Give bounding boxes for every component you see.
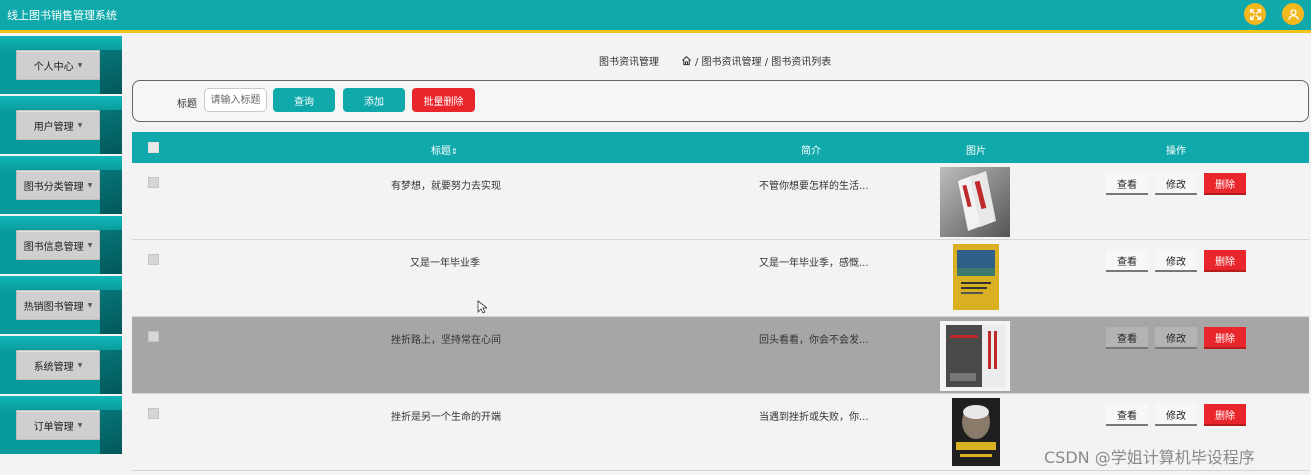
row-checkbox[interactable] xyxy=(148,254,159,265)
sidebar-item-button[interactable]: 热销图书管理 ▼ xyxy=(16,290,100,320)
chevron-down-icon: ▼ xyxy=(77,121,83,129)
table-row[interactable]: 又是一年毕业季 又是一年毕业季，感慨... 查看 修改 删除 xyxy=(132,240,1309,317)
column-header-actions: 操作 xyxy=(1166,146,1186,157)
data-table: 标题⇕ 简介 图片 操作 有梦想，就要努力去实现 不管你想要怎样的生活... 查… xyxy=(132,132,1309,471)
chevron-down-icon: ▼ xyxy=(77,361,83,369)
user-icon xyxy=(1287,8,1299,20)
cell-summary: 不管你想要怎样的生活... xyxy=(759,181,869,192)
edit-button[interactable]: 修改 xyxy=(1155,404,1197,426)
app-title: 线上图书销售管理系统 xyxy=(7,9,117,22)
main-content: 图书资讯管理 / 图书资讯管理 / 图书资讯列表 标题 查询 添加 批量删除 标… xyxy=(131,36,1311,475)
delete-button[interactable]: 删除 xyxy=(1204,404,1246,426)
book-cover-image xyxy=(940,321,1010,391)
query-button[interactable]: 查询 xyxy=(273,88,335,112)
cell-summary: 又是一年毕业季，感慨... xyxy=(759,258,869,269)
search-input[interactable] xyxy=(204,88,267,112)
sort-icon[interactable]: ⇕ xyxy=(451,147,458,156)
delete-button[interactable]: 删除 xyxy=(1204,250,1246,272)
table-header: 标题⇕ 简介 图片 操作 xyxy=(132,132,1309,163)
row-checkbox[interactable] xyxy=(148,331,159,342)
row-checkbox[interactable] xyxy=(148,408,159,419)
breadcrumb: 图书资讯管理 / 图书资讯管理 / 图书资讯列表 xyxy=(599,53,831,68)
delete-button[interactable]: 删除 xyxy=(1204,327,1246,349)
sidebar-item-bestseller[interactable]: 热销图书管理 ▼ xyxy=(0,276,122,334)
search-label: 标题 xyxy=(177,99,197,110)
column-header-image: 图片 xyxy=(966,146,986,157)
sidebar-item-button[interactable]: 系统管理 ▼ xyxy=(16,350,100,380)
sidebar-item-label: 系统管理 xyxy=(33,361,74,373)
cell-summary: 当遇到挫折或失败，你... xyxy=(759,412,869,423)
book-cover-image xyxy=(953,244,999,310)
column-header-summary: 简介 xyxy=(801,146,821,157)
sidebar-item-button[interactable]: 用户管理 ▼ xyxy=(16,110,100,140)
sidebar-item-label: 用户管理 xyxy=(33,121,74,133)
table-row[interactable]: 挫折路上，坚持常在心间 回头看看，你会不会发... 查看 修改 删除 xyxy=(132,317,1309,394)
batch-delete-button[interactable]: 批量删除 xyxy=(412,88,475,112)
breadcrumb-path: / 图书资讯管理 / 图书资讯列表 xyxy=(695,57,832,68)
sidebar-item-orders[interactable]: 订单管理 ▼ xyxy=(0,396,122,454)
chevron-down-icon: ▼ xyxy=(77,421,83,429)
table-row[interactable]: 有梦想，就要努力去实现 不管你想要怎样的生活... 查看 修改 删除 xyxy=(132,163,1309,240)
row-checkbox[interactable] xyxy=(148,177,159,188)
sidebar-item-personal-center[interactable]: 个人中心 ▼ xyxy=(0,36,122,94)
add-button[interactable]: 添加 xyxy=(343,88,405,112)
sidebar-item-book-info[interactable]: 图书信息管理 ▼ xyxy=(0,216,122,274)
home-icon[interactable] xyxy=(681,55,692,66)
chevron-down-icon: ▼ xyxy=(87,241,93,249)
edit-button[interactable]: 修改 xyxy=(1155,250,1197,272)
breadcrumb-section: 图书资讯管理 xyxy=(599,57,659,68)
book-cover-image xyxy=(940,167,1010,237)
sidebar-item-label: 订单管理 xyxy=(33,421,74,433)
sidebar-item-label: 图书信息管理 xyxy=(23,241,84,253)
chevron-down-icon: ▼ xyxy=(87,181,93,189)
fullscreen-button[interactable] xyxy=(1244,3,1266,25)
user-button[interactable] xyxy=(1282,3,1304,25)
view-button[interactable]: 查看 xyxy=(1106,404,1148,426)
delete-button[interactable]: 删除 xyxy=(1204,173,1246,195)
sidebar-item-button[interactable]: 个人中心 ▼ xyxy=(16,50,100,80)
edit-button[interactable]: 修改 xyxy=(1155,173,1197,195)
sidebar-item-label: 图书分类管理 xyxy=(23,181,84,193)
mouse-cursor-icon xyxy=(477,300,487,314)
view-button[interactable]: 查看 xyxy=(1106,250,1148,272)
sidebar-item-label: 个人中心 xyxy=(33,61,74,73)
sidebar-item-button[interactable]: 订单管理 ▼ xyxy=(16,410,100,440)
search-panel: 标题 查询 添加 批量删除 xyxy=(132,80,1309,122)
sidebar-item-button[interactable]: 图书信息管理 ▼ xyxy=(16,230,100,260)
sidebar: 个人中心 ▼ 用户管理 ▼ 图书分类管理 ▼ 图书信息管理 ▼ 热销图书管理 ▼ xyxy=(0,36,122,475)
edit-button[interactable]: 修改 xyxy=(1155,327,1197,349)
select-all-checkbox[interactable] xyxy=(148,142,159,153)
cell-title: 挫折路上，坚持常在心间 xyxy=(391,335,501,346)
top-header: 线上图书销售管理系统 xyxy=(0,0,1311,33)
fullscreen-icon xyxy=(1249,8,1261,20)
view-button[interactable]: 查看 xyxy=(1106,327,1148,349)
chevron-down-icon: ▼ xyxy=(87,301,93,309)
cell-title: 又是一年毕业季 xyxy=(410,258,480,269)
book-cover-image xyxy=(952,398,1000,466)
cell-title: 有梦想，就要努力去实现 xyxy=(391,181,501,192)
sidebar-item-system[interactable]: 系统管理 ▼ xyxy=(0,336,122,394)
cell-summary: 回头看看，你会不会发... xyxy=(759,335,869,346)
cell-title: 挫折是另一个生命的开端 xyxy=(391,412,501,423)
chevron-down-icon: ▼ xyxy=(77,61,83,69)
column-header-title[interactable]: 标题⇕ xyxy=(431,142,458,157)
sidebar-item-label: 热销图书管理 xyxy=(23,301,84,313)
sidebar-item-book-category[interactable]: 图书分类管理 ▼ xyxy=(0,156,122,214)
sidebar-item-user-management[interactable]: 用户管理 ▼ xyxy=(0,96,122,154)
watermark: CSDN @学姐计算机毕设程序 xyxy=(1044,448,1255,467)
sidebar-item-button[interactable]: 图书分类管理 ▼ xyxy=(16,170,100,200)
view-button[interactable]: 查看 xyxy=(1106,173,1148,195)
